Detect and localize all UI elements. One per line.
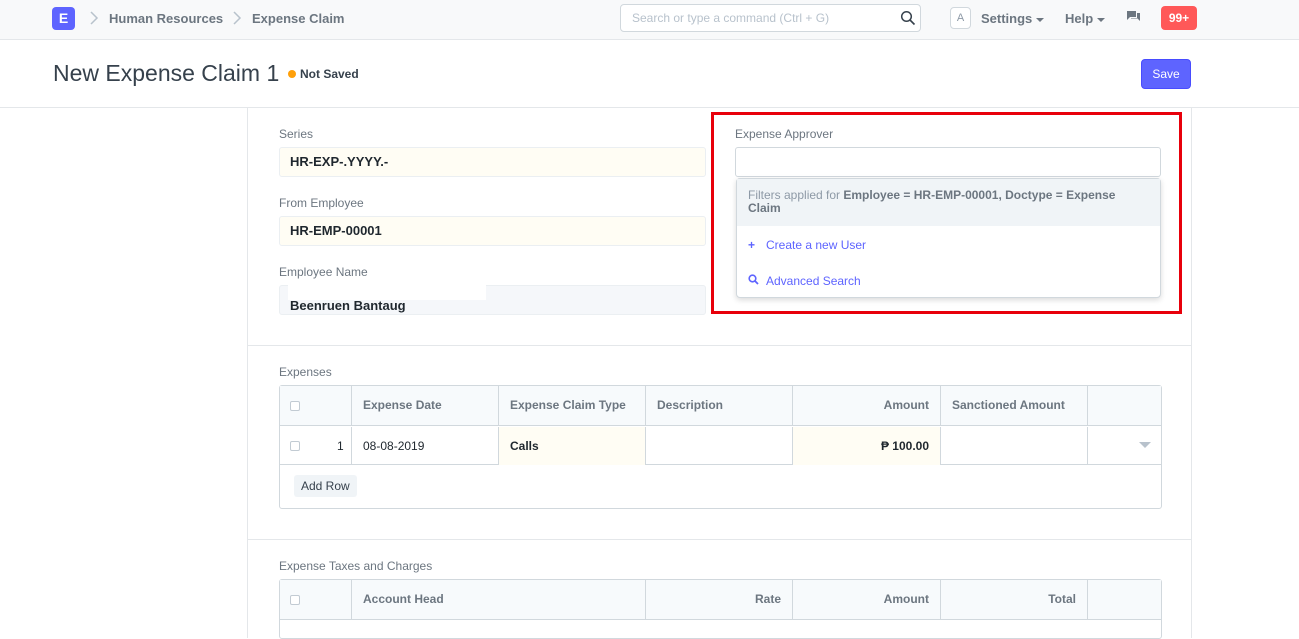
section-divider [248,345,1191,346]
employee-field[interactable]: HR-EMP-00001 [279,216,706,246]
expense-claim-type-cell[interactable]: Calls [499,427,646,465]
redaction-overlay [288,285,486,300]
status-badge: Not Saved [300,67,359,81]
taxes-table-header: Account Head Rate Amount Total [280,580,1161,620]
select-all-cell [280,580,352,619]
taxes-section-label: Expense Taxes and Charges [279,559,433,573]
select-all-checkbox[interactable] [290,401,300,411]
column-header[interactable]: Sanctioned Amount [941,386,1088,425]
employee-label: From Employee [279,196,364,210]
column-header-spacer [1088,580,1161,619]
breadcrumb-expense-claim[interactable]: Expense Claim [252,11,345,26]
expenses-table-header: Expense Date Expense Claim Type Descript… [280,386,1161,426]
search-icon[interactable] [900,10,916,31]
column-header[interactable]: Rate [646,580,793,619]
column-header[interactable]: Amount [793,386,941,425]
column-header[interactable]: Description [646,386,793,425]
series-label: Series [279,127,314,141]
search-input[interactable]: Search or type a command (Ctrl + G) [620,4,921,32]
row-index: 1 [337,439,344,453]
table-row[interactable]: 1 08-08-2019 Calls ₱ 100.00 [280,427,1161,465]
expenses-table: Expense Date Expense Claim Type Descript… [279,385,1162,509]
column-header[interactable]: Amount [793,580,941,619]
column-header[interactable]: Expense Date [352,386,499,425]
select-all-checkbox[interactable] [290,595,300,605]
select-all-cell [280,386,352,425]
help-menu[interactable]: Help [1065,11,1106,26]
expenses-section-label: Expenses [279,365,332,379]
employee-name-label: Employee Name [279,265,368,279]
search-placeholder: Search or type a command (Ctrl + G) [632,11,830,25]
navbar: E Human Resources Expense Claim Search o… [0,0,1299,40]
column-header[interactable]: Account Head [352,580,646,619]
series-field[interactable]: HR-EXP-.YYYY.- [279,147,706,177]
section-divider [248,539,1191,540]
row-expand-caret-icon[interactable] [1139,442,1151,448]
breadcrumb-human-resources[interactable]: Human Resources [109,11,223,26]
amount-cell[interactable]: ₱ 100.00 [793,427,941,465]
settings-menu[interactable]: Settings [981,11,1045,26]
expense-date-cell[interactable]: 08-08-2019 [352,427,499,465]
caret-down-icon [1036,17,1045,22]
help-label: Help [1065,11,1094,26]
caret-down-icon [1097,17,1106,22]
chevron-right-icon [232,10,242,31]
taxes-table: Account Head Rate Amount Total [279,579,1162,639]
save-button[interactable]: Save [1141,59,1191,89]
column-header[interactable]: Total [941,580,1088,619]
column-header[interactable]: Expense Claim Type [499,386,646,425]
add-row-button[interactable]: Add Row [294,475,357,497]
description-cell[interactable] [646,427,793,465]
settings-label: Settings [981,11,1033,26]
row-index-cell: 1 [280,427,352,465]
column-header-spacer [1088,386,1161,425]
sanctioned-amount-cell[interactable] [941,427,1088,465]
row-checkbox[interactable] [290,441,300,451]
notification-badge[interactable]: 99+ [1161,6,1197,30]
highlight-annotation-box [711,112,1182,314]
user-avatar[interactable]: A [950,7,971,29]
page-head: New Expense Claim 1 Not Saved Save [0,40,1299,108]
page-title: New Expense Claim 1 [53,60,280,86]
status-indicator-dot [288,70,296,78]
chat-icon[interactable] [1126,10,1141,29]
app-logo[interactable]: E [52,7,75,30]
chevron-right-icon [89,10,99,31]
